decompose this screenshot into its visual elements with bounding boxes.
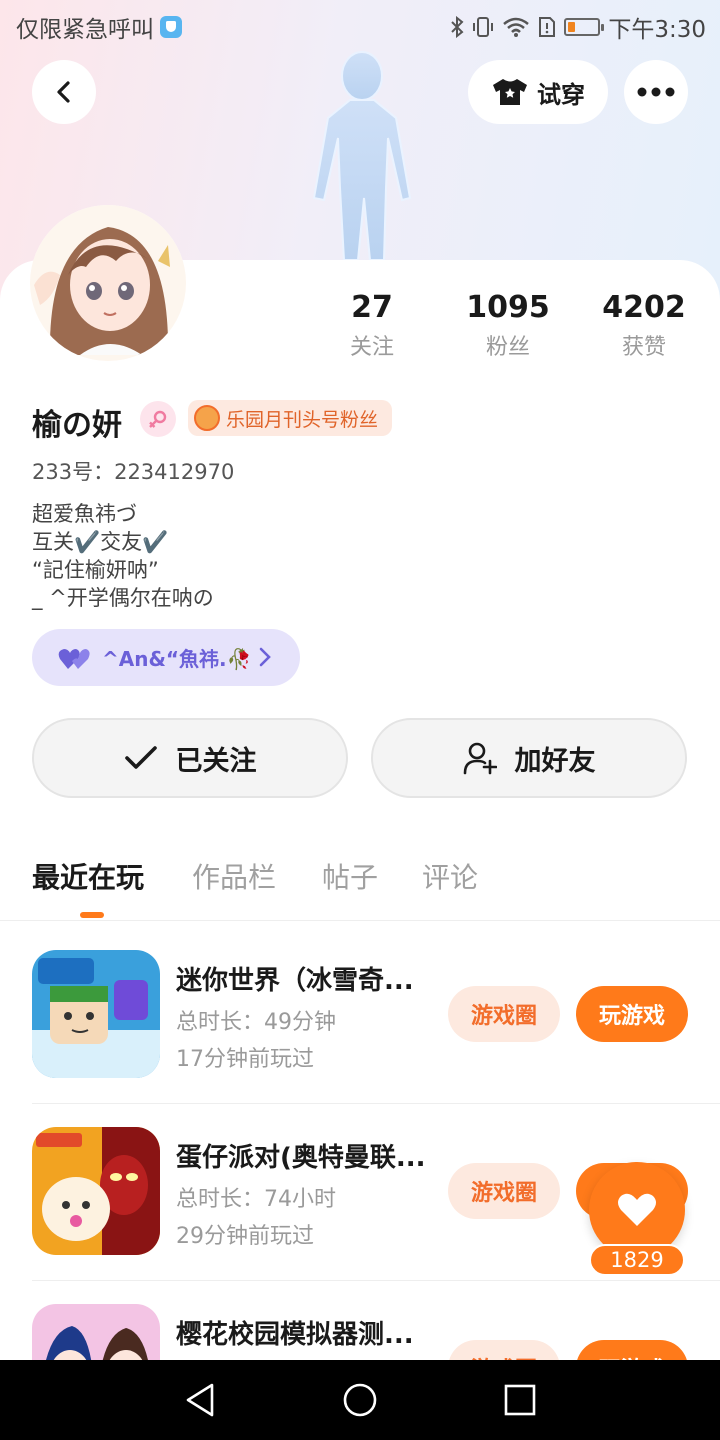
tab-works[interactable]: 作品栏: [192, 856, 276, 896]
female-gender-icon: [140, 401, 176, 437]
game-last-played: 17分钟前玩过: [176, 1047, 314, 1072]
profile-tabs: 最近在玩 作品栏 帖子 评论: [0, 850, 720, 921]
add-friend-button[interactable]: 加好友: [371, 718, 687, 798]
bluetooth-icon: [451, 16, 464, 38]
like-count: 1829: [589, 1244, 685, 1276]
floating-like-button[interactable]: 1829: [587, 1158, 687, 1278]
profile-avatar[interactable]: [30, 205, 186, 361]
shield-icon: [160, 16, 182, 38]
game-icon: [32, 950, 160, 1078]
game-title: 迷你世界（冰雪奇...: [176, 966, 414, 996]
game-circle-button[interactable]: 游戏圈: [448, 1340, 560, 1360]
stat-following-label: 关注: [349, 335, 394, 360]
more-dots-icon: [637, 87, 675, 97]
stat-fans-label: 粉丝: [485, 335, 530, 360]
vibrate-icon: [473, 17, 494, 37]
nav-back-icon[interactable]: [184, 1382, 216, 1418]
user-id: 233号：223412970: [32, 460, 235, 484]
game-icon: [32, 1127, 160, 1255]
following-label: 已关注: [175, 745, 257, 777]
game-total-duration: 总时长：49分钟: [176, 1010, 336, 1035]
try-on-button[interactable]: 试穿: [468, 60, 608, 124]
stat-likes-value: 4202: [602, 290, 686, 325]
try-on-label: 试穿: [537, 80, 585, 109]
game-total-duration: 总时长：74小时: [176, 1187, 336, 1212]
status-bar: 仅限紧急呼叫 下午3:30: [0, 0, 720, 50]
stat-following-value: 27: [351, 290, 393, 325]
game-title: 樱花校园模拟器测...: [176, 1320, 414, 1350]
stat-likes[interactable]: 4202 获赞: [574, 290, 714, 362]
profile-bio: 超爱魚祎づ 互关✔️交友✔️ “記住榆妍呐” _ ^开学偶尔在呐の: [32, 500, 214, 612]
stat-likes-label: 获赞: [621, 335, 666, 360]
tab-comments[interactable]: 评论: [422, 856, 478, 896]
back-button[interactable]: [32, 60, 96, 124]
game-list-item[interactable]: 迷你世界（冰雪奇... 总时长：49分钟 17分钟前玩过 游戏圈 玩游戏: [0, 950, 720, 1127]
play-game-button[interactable]: 玩游戏: [576, 986, 688, 1042]
double-heart-icon: [58, 648, 90, 669]
tshirt-icon: [493, 79, 527, 105]
active-tab-indicator: [80, 912, 104, 918]
fan-medal-icon: [194, 405, 220, 431]
game-title: 蛋仔派对(奥特曼联...: [176, 1143, 426, 1173]
sim-alert-icon: [539, 17, 556, 37]
stat-following[interactable]: 27 关注: [302, 290, 442, 362]
bio-line: “記住榆妍呐”: [32, 558, 159, 582]
stat-fans[interactable]: 1095 粉丝: [438, 290, 578, 362]
profile-name: 榆の妍: [32, 408, 122, 443]
bio-line: 互关✔️交友✔️: [32, 530, 169, 554]
avatar-3d-figure: [312, 51, 412, 261]
status-time: 下午3:30: [608, 17, 706, 43]
nav-recents-icon[interactable]: [504, 1384, 536, 1416]
check-icon: [124, 746, 157, 769]
tab-posts[interactable]: 帖子: [322, 856, 378, 896]
game-circle-button[interactable]: 游戏圈: [448, 1163, 560, 1219]
game-circle-button[interactable]: 游戏圈: [448, 986, 560, 1042]
more-options-button[interactable]: [624, 60, 688, 124]
avatar-illustration: [30, 205, 186, 361]
game-list-item[interactable]: 樱花校园模拟器测... 游戏圈 玩游戏: [0, 1304, 720, 1360]
stat-fans-value: 1095: [466, 290, 550, 325]
status-emergency-text: 仅限紧急呼叫: [16, 17, 154, 43]
following-button[interactable]: 已关注: [32, 718, 348, 798]
fan-title-text: 乐园月刊头号粉丝: [226, 408, 379, 431]
tab-recent-play[interactable]: 最近在玩: [32, 856, 144, 896]
chevron-right-icon: [259, 647, 271, 667]
list-divider: [32, 1280, 720, 1281]
nav-home-icon[interactable]: [342, 1382, 378, 1418]
play-game-button[interactable]: 玩游戏: [576, 1340, 688, 1360]
bio-line: 超爱魚祎づ: [32, 502, 137, 526]
add-friend-label: 加好友: [514, 745, 596, 777]
list-divider: [32, 1103, 720, 1104]
wifi-icon: [503, 17, 530, 37]
add-user-icon: [463, 742, 497, 775]
chevron-left-icon: [57, 81, 70, 103]
club-pill[interactable]: ^An&“魚祎.🥀: [32, 629, 300, 686]
heart-icon: [618, 1193, 656, 1226]
system-navigation-bar: [0, 1360, 720, 1440]
club-name: ^An&“魚祎.🥀: [102, 647, 252, 671]
game-last-played: 29分钟前玩过: [176, 1224, 314, 1249]
battery-icon: [564, 18, 605, 36]
fan-title-badge[interactable]: 乐园月刊头号粉丝: [188, 400, 393, 436]
bio-line: _ ^开学偶尔在呐の: [32, 586, 214, 610]
game-icon: [32, 1304, 160, 1360]
